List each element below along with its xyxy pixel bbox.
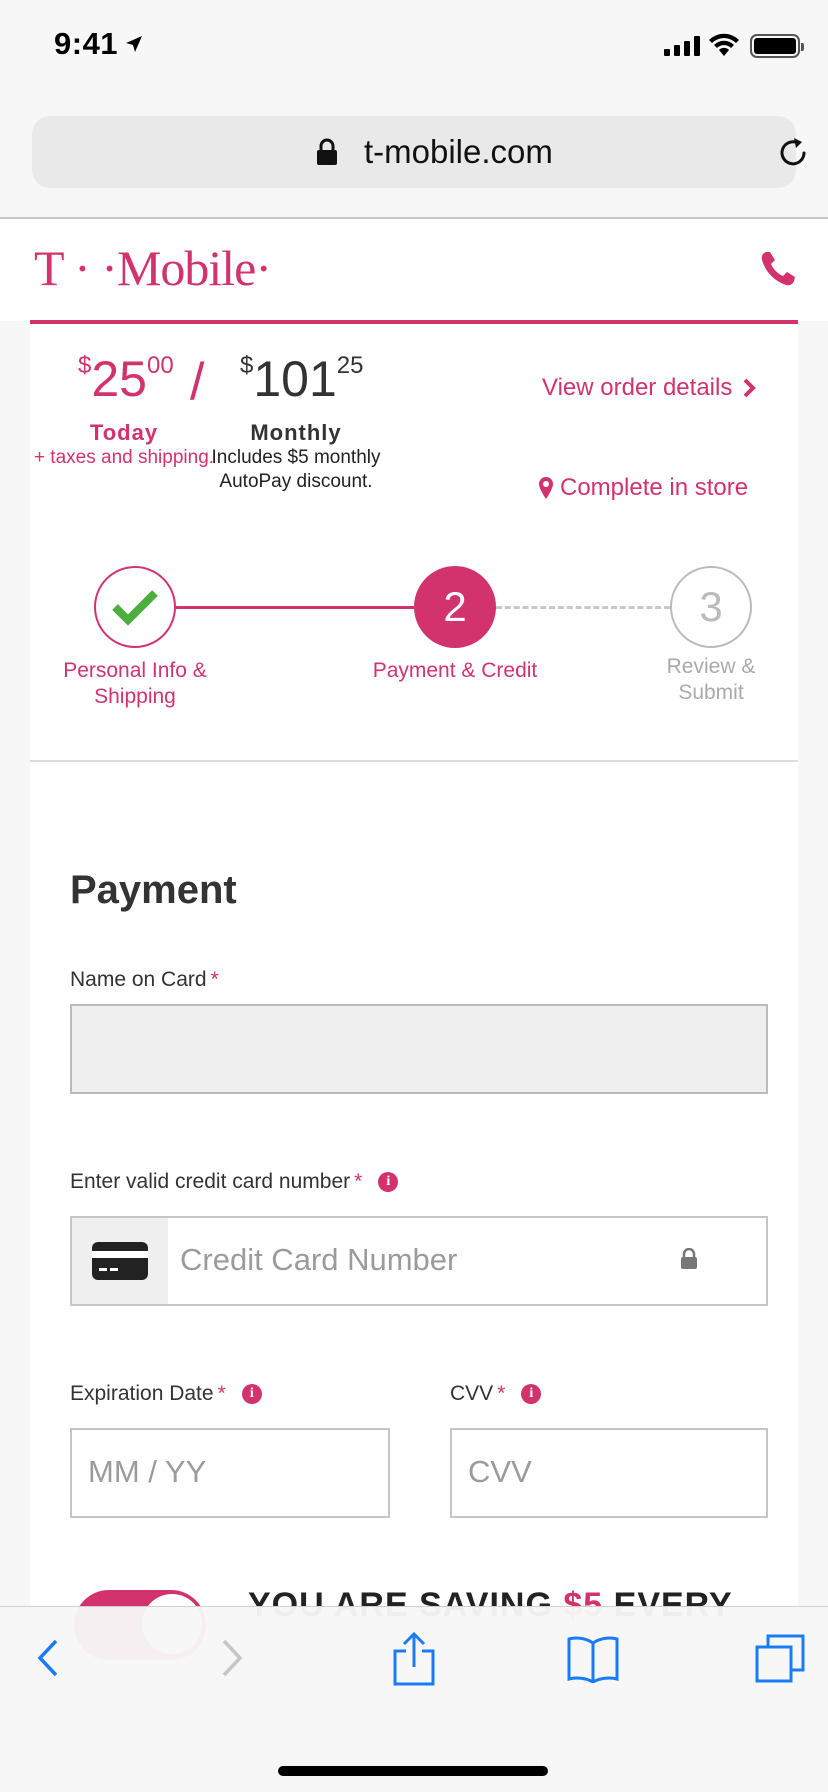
forward-icon bbox=[222, 1639, 243, 1677]
step-personal-info[interactable] bbox=[94, 566, 176, 648]
cvv-input[interactable]: CVV bbox=[450, 1428, 768, 1518]
info-icon[interactable]: i bbox=[241, 1384, 262, 1404]
step-label-payment: Payment & Credit bbox=[372, 659, 538, 682]
reload-icon[interactable] bbox=[776, 136, 810, 170]
back-icon[interactable] bbox=[36, 1637, 60, 1679]
today-label: Today bbox=[89, 420, 159, 445]
site-header: T · ·Mobile· bbox=[0, 219, 828, 321]
status-bar: 9:41 bbox=[0, 0, 828, 92]
name-on-card-input[interactable] bbox=[70, 1004, 768, 1094]
stepper-line-complete bbox=[176, 606, 414, 609]
cvv-placeholder: CVV bbox=[468, 1454, 532, 1489]
credit-card-placeholder: Credit Card Number bbox=[180, 1242, 458, 1277]
info-icon[interactable]: i bbox=[378, 1172, 399, 1192]
cvv-label: CVV * i bbox=[450, 1382, 542, 1406]
complete-in-store-link[interactable]: Complete in store bbox=[538, 474, 748, 502]
url-text: t-mobile.com bbox=[364, 133, 553, 170]
battery-icon bbox=[750, 34, 804, 58]
share-icon[interactable] bbox=[392, 1631, 436, 1687]
wifi-icon bbox=[709, 33, 739, 56]
monthly-note: Includes $5 monthly AutoPay discount. bbox=[211, 447, 381, 492]
address-bar[interactable]: t-mobile.com bbox=[32, 116, 806, 188]
location-arrow-icon bbox=[126, 36, 142, 52]
expiration-date-input[interactable]: MM / YY bbox=[70, 1428, 390, 1518]
credit-card-icon-box bbox=[72, 1218, 168, 1304]
checkmark-icon bbox=[112, 590, 158, 626]
step-label-personal[interactable]: Personal Info & Shipping bbox=[38, 658, 232, 710]
map-pin-icon bbox=[539, 477, 553, 499]
name-on-card-label: Name on Card * bbox=[70, 968, 219, 991]
credit-card-icon bbox=[92, 1242, 148, 1280]
stepper-line-pending bbox=[496, 606, 670, 609]
phone-icon[interactable] bbox=[758, 249, 798, 289]
bookmarks-icon[interactable] bbox=[566, 1635, 620, 1683]
lock-icon bbox=[317, 138, 337, 165]
browser-toolbar bbox=[0, 1606, 828, 1792]
tabs-icon[interactable] bbox=[754, 1633, 806, 1685]
credit-card-input[interactable]: Credit Card Number bbox=[70, 1216, 768, 1306]
monthly-label: Monthly bbox=[250, 420, 342, 445]
cellular-signal-icon bbox=[664, 36, 700, 56]
chevron-right-icon bbox=[743, 378, 757, 398]
lock-icon bbox=[681, 1248, 697, 1269]
price-separator: / bbox=[190, 353, 205, 411]
view-order-label: View order details bbox=[542, 374, 733, 401]
home-indicator[interactable] bbox=[278, 1766, 548, 1776]
tmobile-logo[interactable]: T · ·Mobile· bbox=[34, 239, 272, 297]
monthly-price: $10125 bbox=[240, 351, 364, 407]
step-payment: 2 bbox=[414, 566, 496, 648]
today-note: + taxes and shipping. bbox=[33, 447, 215, 468]
today-price: $2500 bbox=[78, 351, 174, 407]
credit-card-label: Enter valid credit card number * i bbox=[70, 1170, 399, 1194]
step-label-review: Review & Submit bbox=[666, 655, 756, 704]
payment-title: Payment bbox=[70, 868, 237, 912]
complete-store-label: Complete in store bbox=[560, 474, 749, 501]
status-time: 9:41 bbox=[54, 26, 119, 61]
expiration-date-label: Expiration Date * i bbox=[70, 1382, 262, 1406]
view-order-details-link[interactable]: View order details bbox=[542, 374, 757, 402]
order-summary: $2500 / $10125 Today + taxes and shippin… bbox=[30, 324, 798, 762]
step-review: 3 bbox=[670, 566, 752, 648]
expiration-placeholder: MM / YY bbox=[88, 1454, 207, 1489]
info-icon[interactable]: i bbox=[521, 1384, 542, 1404]
